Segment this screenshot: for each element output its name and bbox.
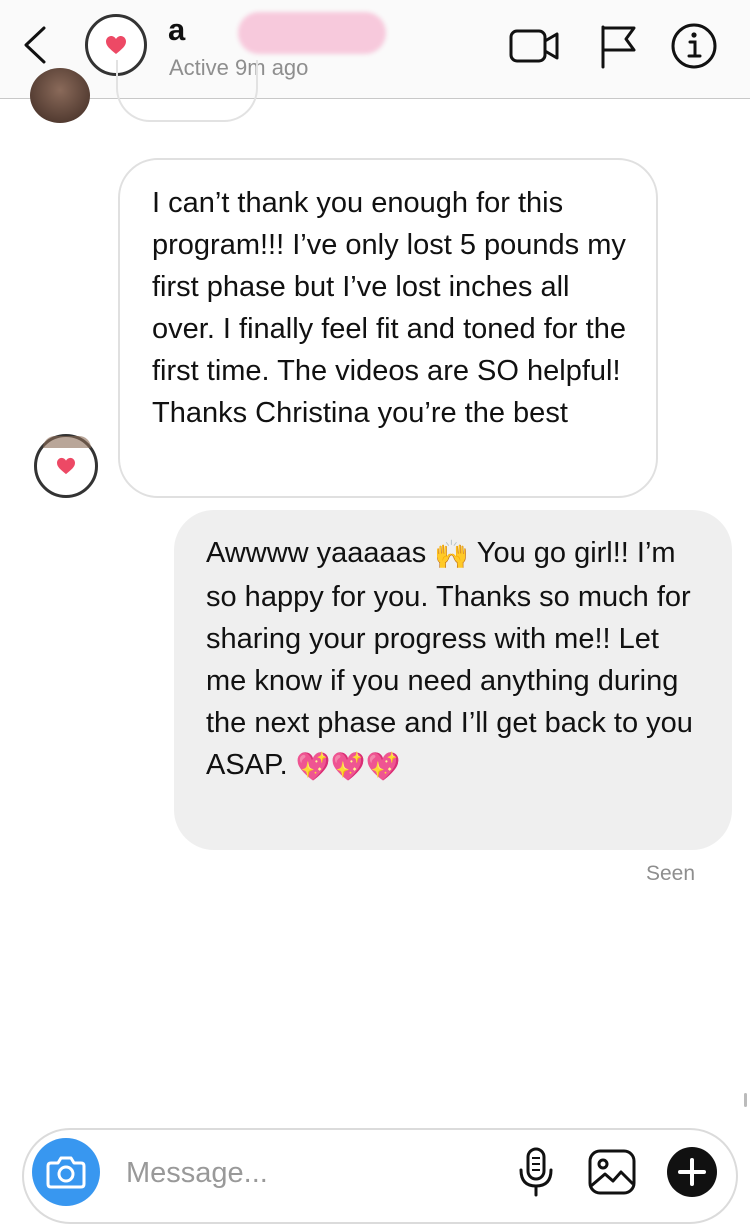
sparkling-heart-emoji: 💖 xyxy=(295,751,331,782)
video-camera-icon xyxy=(509,29,559,63)
plus-icon xyxy=(667,1147,717,1197)
username[interactable]: a xyxy=(168,12,186,48)
outgoing-message-bubble[interactable]: Awwww yaaaaas 🙌 You go girl!! I’m so hap… xyxy=(174,510,732,850)
info-button[interactable] xyxy=(668,22,720,70)
heart-icon xyxy=(57,457,75,475)
video-call-button[interactable] xyxy=(508,22,560,70)
flag-icon xyxy=(601,25,636,69)
sparkling-heart-emoji: 💖 xyxy=(330,751,366,782)
chat-header: a Active 9m ago xyxy=(0,0,750,99)
back-icon xyxy=(24,26,46,64)
gallery-icon xyxy=(588,1149,636,1195)
previous-message-bubble xyxy=(116,60,258,122)
more-options-button[interactable] xyxy=(664,1144,720,1200)
incoming-message-bubble[interactable]: I can’t thank you enough for this progra… xyxy=(118,158,658,498)
username-redaction xyxy=(238,12,386,54)
info-icon xyxy=(671,23,717,69)
camera-button[interactable] xyxy=(32,1138,100,1206)
microphone-icon xyxy=(519,1147,553,1197)
incoming-message-text: I can’t thank you enough for this progra… xyxy=(152,187,626,429)
scroll-indicator xyxy=(744,1093,747,1107)
heart-icon xyxy=(106,36,126,54)
seen-receipt: Seen xyxy=(646,862,696,885)
raising-hands-emoji: 🙌 xyxy=(434,539,470,570)
report-button[interactable] xyxy=(592,22,644,70)
voice-message-button[interactable] xyxy=(508,1144,564,1200)
message-input[interactable] xyxy=(126,1150,486,1196)
gallery-button[interactable] xyxy=(584,1144,640,1200)
sender-avatar[interactable] xyxy=(34,434,98,498)
previous-message-avatar xyxy=(30,68,90,123)
camera-icon xyxy=(46,1156,86,1189)
back-button[interactable] xyxy=(14,20,58,70)
sparkling-heart-emoji: 💖 xyxy=(365,751,401,782)
outgoing-message-text-1: Awwww yaaaaas xyxy=(206,537,435,569)
